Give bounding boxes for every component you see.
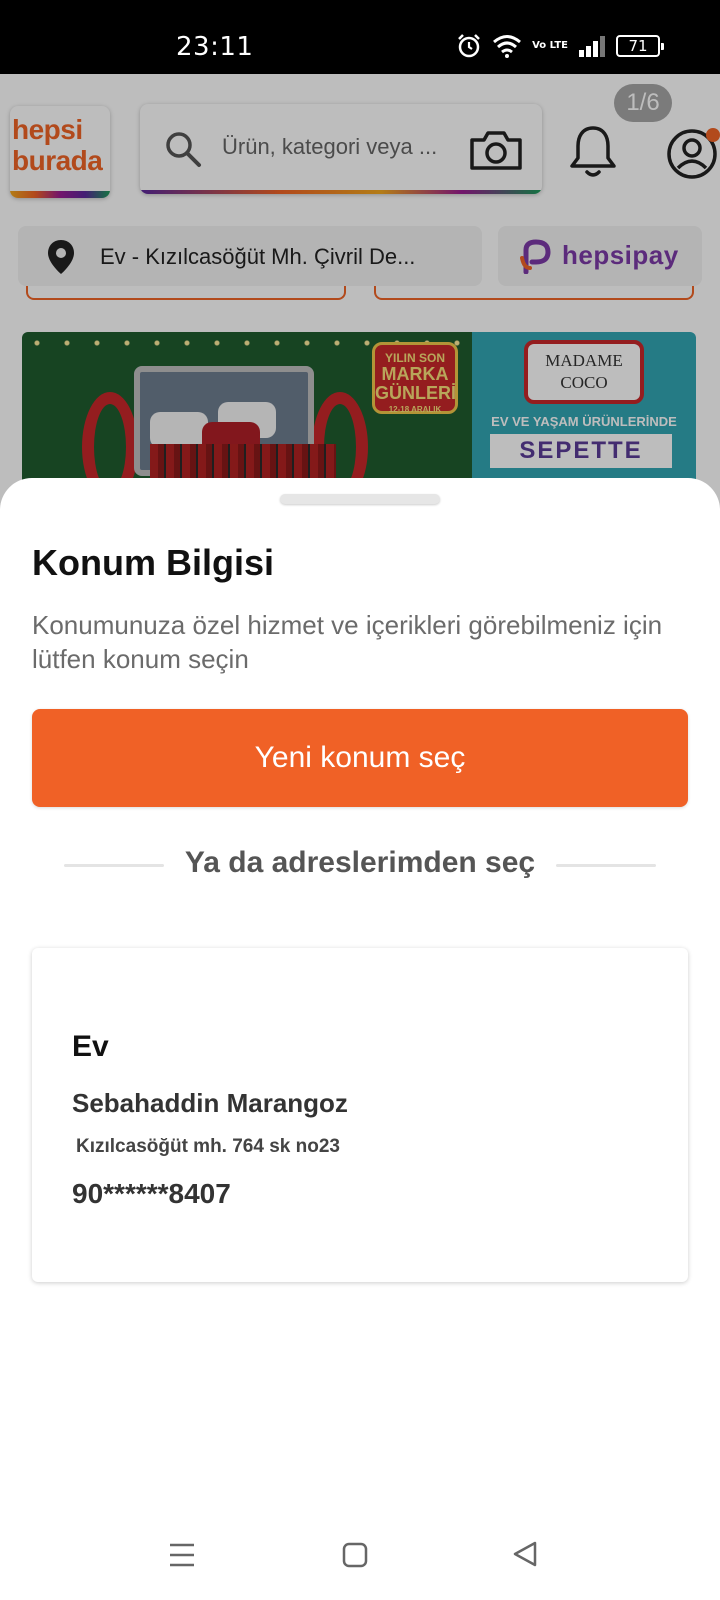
address-phone: 90******8407 — [72, 1178, 231, 1209]
menu-icon[interactable] — [168, 1542, 196, 1568]
divider-line-left — [64, 864, 164, 867]
wifi-icon — [493, 35, 522, 58]
alarm-icon — [458, 34, 480, 58]
sheet-description: Konumunuza özel hizmet ve içerikleri gör… — [32, 610, 663, 674]
battery-icon: 71 — [616, 35, 664, 57]
address-title: Ev — [72, 1030, 109, 1063]
sheet-drag-handle[interactable] — [280, 494, 440, 504]
volte-icon: Vo LTE — [532, 40, 568, 51]
status-icons: Vo LTE 71 — [456, 33, 664, 59]
divider-line-right — [556, 864, 656, 867]
select-new-location-button[interactable]: Yeni konum seç — [32, 709, 688, 807]
saved-address-card[interactable]: Ev Sebahaddin Marangoz Kızılcasöğüt mh. … — [32, 948, 688, 1282]
location-bottom-sheet: Konum Bilgisi Konumunuza özel hizmet ve … — [0, 478, 720, 1600]
address-name: Sebahaddin Marangoz — [72, 1088, 348, 1118]
sheet-title: Konum Bilgisi — [32, 542, 274, 583]
signal-icon — [579, 36, 605, 57]
status-time: 23:11 — [176, 32, 254, 62]
home-icon[interactable] — [342, 1542, 368, 1568]
back-icon[interactable] — [512, 1540, 538, 1568]
status-bar: 23:11 Vo LTE 71 — [0, 0, 720, 74]
address-line: Kızılcasöğüt mh. 764 sk no23 — [76, 1136, 340, 1157]
divider-text: Ya da adreslerimden seç — [184, 846, 536, 879]
